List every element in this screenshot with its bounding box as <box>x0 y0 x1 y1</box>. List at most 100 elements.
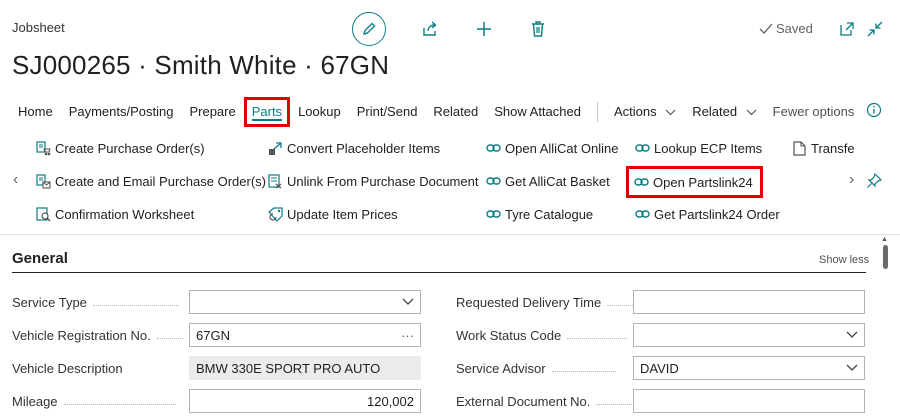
lookup-ellipsis-icon[interactable]: ··· <box>401 328 414 343</box>
external-document-no-field[interactable] <box>633 389 865 413</box>
link-icon <box>486 174 501 189</box>
get-allicat-basket-action[interactable]: Get AlliCat Basket <box>486 170 610 192</box>
lookup-ecp-items-action[interactable]: Lookup ECP Items <box>635 137 762 159</box>
action-label: Lookup ECP Items <box>654 140 763 156</box>
convert-placeholder-items-action[interactable]: Convert Placeholder Items <box>268 137 440 159</box>
unlink-document-icon <box>268 173 283 189</box>
label-dots <box>551 370 616 372</box>
general-section-title[interactable]: General <box>12 250 68 267</box>
field-value: 67GN <box>196 327 230 343</box>
vehicle-registration-label: Vehicle Registration No. <box>12 323 183 347</box>
vehicle-description-label: Vehicle Description <box>12 356 123 380</box>
delete-button[interactable] <box>528 19 548 39</box>
edit-button[interactable] <box>352 12 386 46</box>
external-document-no-label: External Document No. <box>456 389 633 413</box>
menu-separator <box>596 102 598 122</box>
worksheet-icon <box>36 206 51 222</box>
menu-parts[interactable]: Parts <box>243 97 291 127</box>
action-label: Unlink From Purchase Document <box>287 173 479 189</box>
unlink-purchase-document-action[interactable]: Unlink From Purchase Document <box>268 170 478 192</box>
saved-label: Saved <box>776 21 813 36</box>
transfer-action[interactable]: Transfe <box>792 137 855 159</box>
document-icon <box>792 140 807 156</box>
actions-label: Actions <box>613 104 657 119</box>
field-label-text: External Document No. <box>456 393 591 409</box>
chevron-down-icon <box>846 331 858 338</box>
field-value: DAVID <box>640 360 679 376</box>
mileage-label: Mileage <box>12 389 176 413</box>
field-label-text: Service Advisor <box>456 360 546 376</box>
convert-icon <box>268 141 283 156</box>
service-type-dropdown[interactable] <box>189 290 421 314</box>
field-label-text: Work Status Code <box>456 327 562 343</box>
label-dots <box>567 337 628 339</box>
purchase-order-icon <box>36 140 51 156</box>
mileage-field[interactable]: 120,002 <box>189 389 421 413</box>
scroll-right-icon[interactable]: › <box>849 171 854 189</box>
menu-related-dropdown[interactable]: Related <box>684 97 764 127</box>
chevron-down-icon <box>746 109 757 116</box>
share-icon <box>423 21 437 36</box>
service-advisor-dropdown[interactable]: DAVID <box>633 356 865 380</box>
action-label: Open Partslink24 <box>653 174 753 190</box>
field-label-text: Requested Delivery Time <box>456 294 602 310</box>
update-item-prices-action[interactable]: Update Item Prices <box>268 203 398 225</box>
create-purchase-order-action[interactable]: Create Purchase Order(s) <box>36 137 205 159</box>
link-icon <box>486 207 501 222</box>
menu-print-send[interactable]: Print/Send <box>349 97 426 127</box>
vehicle-registration-field[interactable]: 67GN ··· <box>189 323 421 347</box>
open-allicat-online-action[interactable]: Open AlliCat Online <box>486 137 618 159</box>
menu-prepare[interactable]: Prepare <box>181 97 243 127</box>
plus-icon <box>477 22 491 36</box>
checkmark-icon <box>759 23 773 34</box>
link-icon <box>486 141 501 156</box>
menu-actions-dropdown[interactable]: Actions <box>606 97 684 127</box>
link-icon <box>635 207 650 222</box>
get-partslink24-order-action[interactable]: Get Partslink24 Order <box>635 203 780 225</box>
action-label: Confirmation Worksheet <box>55 206 195 222</box>
menu-home[interactable]: Home <box>10 97 61 127</box>
work-status-code-label: Work Status Code <box>456 323 628 347</box>
label-dots <box>156 337 183 339</box>
create-email-purchase-order-action[interactable]: Create and Email Purchase Order(s) <box>36 170 266 192</box>
menu-show-attached[interactable]: Show Attached <box>486 97 589 127</box>
work-status-code-dropdown[interactable] <box>633 323 865 347</box>
ribbon-divider <box>0 234 900 235</box>
saved-status: Saved <box>759 21 813 36</box>
requested-delivery-time-label: Requested Delivery Time <box>456 290 638 314</box>
new-button[interactable] <box>474 19 494 39</box>
menu-payments-posting[interactable]: Payments/Posting <box>61 97 182 127</box>
field-value: 120,002 <box>367 393 414 409</box>
tyre-catalogue-action[interactable]: Tyre Catalogue <box>486 203 593 225</box>
field-value: BMW 330E SPORT PRO AUTO <box>196 360 381 376</box>
fewer-options-button[interactable]: Fewer options <box>765 97 863 127</box>
show-less-link[interactable]: Show less <box>819 254 869 266</box>
collapse-icon[interactable] <box>866 20 884 38</box>
info-icon[interactable] <box>866 102 882 118</box>
scroll-left-icon[interactable]: ‹ <box>13 171 18 189</box>
label-dots <box>596 403 633 405</box>
open-partslink24-action[interactable]: Open Partslink24 <box>626 166 763 198</box>
requested-delivery-time-field[interactable] <box>633 290 865 314</box>
share-button[interactable] <box>420 19 440 39</box>
pin-icon[interactable] <box>866 173 882 189</box>
scrollbar-thumb[interactable] <box>883 245 888 269</box>
action-menu-bar: Home Payments/Posting Prepare Parts Look… <box>10 97 862 127</box>
menu-lookup[interactable]: Lookup <box>290 97 349 127</box>
open-new-window-icon[interactable] <box>838 20 856 38</box>
scroll-up-arrow-icon[interactable]: ▲ <box>881 236 888 243</box>
vehicle-description-field: BMW 330E SPORT PRO AUTO <box>189 356 421 380</box>
link-icon <box>635 141 650 156</box>
trash-icon <box>532 21 544 37</box>
confirmation-worksheet-action[interactable]: Confirmation Worksheet <box>36 203 194 225</box>
action-label: Transfe <box>811 140 855 156</box>
field-label-text: Vehicle Description <box>12 360 123 376</box>
link-icon <box>634 175 649 190</box>
action-label: Open AlliCat Online <box>505 140 619 156</box>
action-label: Convert Placeholder Items <box>287 140 441 156</box>
section-underline <box>12 272 866 273</box>
parts-action-ribbon: ‹ Create Purchase Order(s) Create and Em… <box>0 132 900 232</box>
chevron-down-icon <box>402 298 414 305</box>
email-purchase-order-icon <box>36 173 51 189</box>
menu-related[interactable]: Related <box>425 97 486 127</box>
